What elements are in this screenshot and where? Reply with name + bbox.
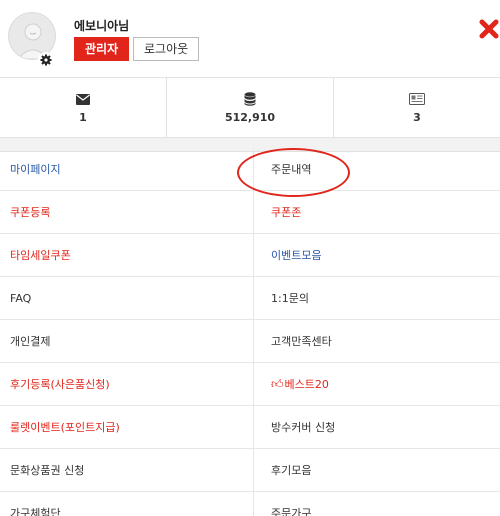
stats-bar: 1 512,910 3 — [0, 78, 500, 138]
menu-item-order-history[interactable]: 주문내역 — [254, 148, 500, 191]
stat-points-count: 512,910 — [224, 111, 276, 124]
menu-item-customer-center[interactable]: 고객만족센타 — [254, 320, 500, 363]
close-icon[interactable] — [478, 18, 500, 40]
menu-item-roulette-event[interactable]: 룰렛이벤트(포인트지급) — [0, 406, 254, 449]
username: 에보니아님 — [74, 19, 130, 33]
menu-item-custom-furniture[interactable]: 주문가구 — [254, 492, 500, 516]
logout-button[interactable]: 로그아웃 — [133, 37, 200, 61]
menu-item-label: 주문내역 — [271, 163, 312, 176]
menu-item-label: 방수커버 신청 — [271, 421, 336, 434]
thumbs-up-icon: 👍︎ — [271, 376, 284, 391]
menu-item-label: 주문가구 — [271, 507, 312, 516]
menu-item-label: 개인결제 — [10, 335, 51, 348]
menu-item-label: FAQ — [10, 291, 32, 305]
menu-item-coupon-register[interactable]: 쿠폰등록 — [0, 191, 254, 234]
menu-item-best20[interactable]: 👍︎ 베스트20 — [254, 363, 500, 406]
menu-item-faq[interactable]: FAQ — [0, 277, 254, 320]
gear-icon[interactable] — [38, 52, 54, 68]
menu-item-mypage[interactable]: 마이페이지 — [0, 148, 254, 191]
menu-item-label: 마이페이지 — [10, 163, 61, 176]
menu-item-timesale-coupon[interactable]: 타임세일쿠폰 — [0, 234, 254, 277]
menu-item-coupon-zone[interactable]: 쿠폰존 — [254, 191, 500, 234]
menu-item-label: 타임세일쿠폰 — [10, 249, 71, 262]
menu-item-label: 문화상품권 신청 — [10, 464, 85, 477]
menu-item-label: 후기모음 — [271, 464, 312, 477]
menu-item-label: 가구체험단 — [10, 507, 61, 516]
stat-coupons-count: 3 — [413, 111, 421, 124]
profile-header: 에보니아님 관리자 로그아웃 — [0, 0, 500, 78]
menu-item-label: 쿠폰등록 — [10, 206, 51, 219]
coupon-icon — [409, 91, 425, 107]
menu-item-events[interactable]: 이벤트모음 — [254, 234, 500, 277]
stat-messages-count: 1 — [79, 111, 87, 124]
menu-item-label: 후기등록(사은품신청) — [10, 378, 110, 391]
menu-item-personal-payment[interactable]: 개인결제 — [0, 320, 254, 363]
stat-coupons[interactable]: 3 — [334, 78, 500, 137]
coins-icon — [244, 91, 256, 107]
menu-item-inquiry[interactable]: 1:1문의 — [254, 277, 500, 320]
menu-item-review-register[interactable]: 후기등록(사은품신청) — [0, 363, 254, 406]
menu-item-label: 쿠폰존 — [271, 206, 302, 219]
menu-item-reviews[interactable]: 후기모음 — [254, 449, 500, 492]
menu-item-label: 고객만족센타 — [271, 335, 332, 348]
stat-messages[interactable]: 1 — [0, 78, 167, 137]
menu-item-label: 이벤트모음 — [271, 249, 322, 262]
menu-grid: 마이페이지 주문내역 쿠폰등록 쿠폰존 타임세일쿠폰 이벤트모음 FAQ 1:1… — [0, 148, 500, 516]
stat-points[interactable]: 512,910 — [167, 78, 334, 137]
menu-item-label: 룰렛이벤트(포인트지급) — [10, 421, 120, 434]
menu-item-label: 1:1문의 — [271, 292, 309, 305]
menu-item-waterproof-cover[interactable]: 방수커버 신청 — [254, 406, 500, 449]
menu-item-label: 베스트20 — [284, 378, 329, 391]
envelope-icon — [76, 91, 90, 107]
admin-button[interactable]: 관리자 — [74, 37, 130, 61]
menu-item-gift-certificate[interactable]: 문화상품권 신청 — [0, 449, 254, 492]
menu-item-furniture-trial[interactable]: 가구체험단 — [0, 492, 254, 516]
